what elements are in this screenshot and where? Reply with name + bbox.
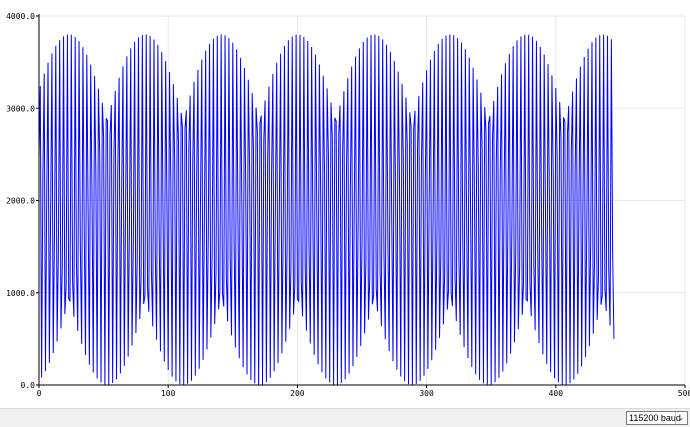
x-tick-label-5: 500 bbox=[678, 389, 690, 398]
y-tick-label-0: 0.0 bbox=[21, 381, 36, 390]
series-line bbox=[38, 34, 615, 386]
line-chart: 0.0 1000.0 2000.0 3000.0 4000.0 0 100 200 300 400… bbox=[6, 12, 690, 398]
chevron-down-icon[interactable]: ⌄ bbox=[675, 412, 686, 424]
baud-rate-label: 115200 baud bbox=[629, 413, 681, 423]
bottom-toolbar: 115200 baud ⌄ bbox=[0, 408, 690, 427]
y-tick-label-4: 4000.0 bbox=[6, 12, 35, 21]
x-tick-label-1: 100 bbox=[161, 389, 176, 398]
x-tick-label-3: 300 bbox=[419, 389, 434, 398]
serial-plotter: 0.0 1000.0 2000.0 3000.0 4000.0 0 100 200 300 400… bbox=[0, 0, 690, 408]
x-tick-label-2: 200 bbox=[290, 389, 305, 398]
y-tick-label-1: 1000.0 bbox=[6, 289, 35, 298]
y-tick-label-3: 3000.0 bbox=[6, 104, 35, 113]
x-tick-label-4: 400 bbox=[549, 389, 564, 398]
y-tick-label-2: 2000.0 bbox=[6, 197, 35, 206]
baud-rate-select[interactable]: 115200 baud ⌄ bbox=[626, 411, 688, 425]
x-tick-label-0: 0 bbox=[37, 389, 42, 398]
